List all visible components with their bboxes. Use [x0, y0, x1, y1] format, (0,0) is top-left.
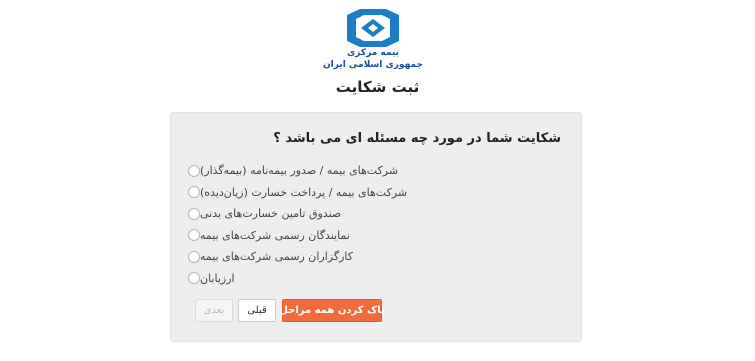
question-label: شکایت شما در مورد چه مسئله ای می باشد ؟ — [273, 131, 561, 146]
option-insurer-issuance[interactable]: شرکت‌های بیمه / صدور بیمه‌نامه (بیمه‌گذا… — [181, 160, 561, 182]
logo-text-line2: جمهوری اسلامی ایران — [322, 60, 424, 70]
radio-button[interactable] — [188, 272, 200, 285]
option-label: نمایندگان رسمی شرکت‌های بیمه — [200, 228, 350, 242]
next-button[interactable]: بعدی — [195, 299, 233, 322]
previous-button[interactable]: قبلی — [238, 299, 276, 322]
option-official-brokers[interactable]: کارگزاران رسمی شرکت‌های بیمه — [181, 246, 561, 268]
logo-text-line1: بیمه مرکزی — [347, 48, 399, 58]
option-label: ارزیابان — [200, 271, 235, 285]
option-assessors[interactable]: ارزیابان — [181, 268, 561, 290]
radio-button[interactable] — [188, 207, 200, 220]
clear-all-steps-button[interactable]: پاک کردن همه مراحل — [279, 299, 385, 322]
insurance-logo-icon — [347, 9, 399, 47]
option-label: کارگزاران رسمی شرکت‌های بیمه — [200, 250, 353, 264]
option-bodily-injury-fund[interactable]: صندوق تامین خسارت‌های بدنی — [181, 203, 561, 225]
radio-button[interactable] — [188, 250, 200, 263]
complaint-form-panel: شکایت شما در مورد چه مسئله ای می باشد ؟ … — [170, 112, 582, 342]
option-label: شرکت‌های بیمه / صدور بیمه‌نامه (بیمه‌گذا… — [200, 164, 399, 178]
option-label: شرکت‌های بیمه / پرداخت خسارت (زیان‌دیده) — [200, 185, 408, 199]
option-label: صندوق تامین خسارت‌های بدنی — [200, 207, 342, 221]
option-insurer-claim-payment[interactable]: شرکت‌های بیمه / پرداخت خسارت (زیان‌دیده) — [181, 182, 561, 204]
radio-button[interactable] — [188, 186, 200, 199]
options-list: شرکت‌های بیمه / صدور بیمه‌نامه (بیمه‌گذا… — [181, 160, 561, 289]
page: بیمه مرکزی جمهوری اسلامی ایران ثبت شکایت… — [0, 0, 755, 361]
radio-button[interactable] — [188, 229, 200, 242]
form-buttons: بعدی قبلی پاک کردن همه مراحل — [195, 299, 385, 322]
option-official-agents[interactable]: نمایندگان رسمی شرکت‌های بیمه — [181, 225, 561, 247]
radio-button[interactable] — [188, 164, 200, 177]
page-title: ثبت شکایت — [335, 78, 420, 96]
logo: بیمه مرکزی جمهوری اسلامی ایران — [318, 8, 428, 74]
